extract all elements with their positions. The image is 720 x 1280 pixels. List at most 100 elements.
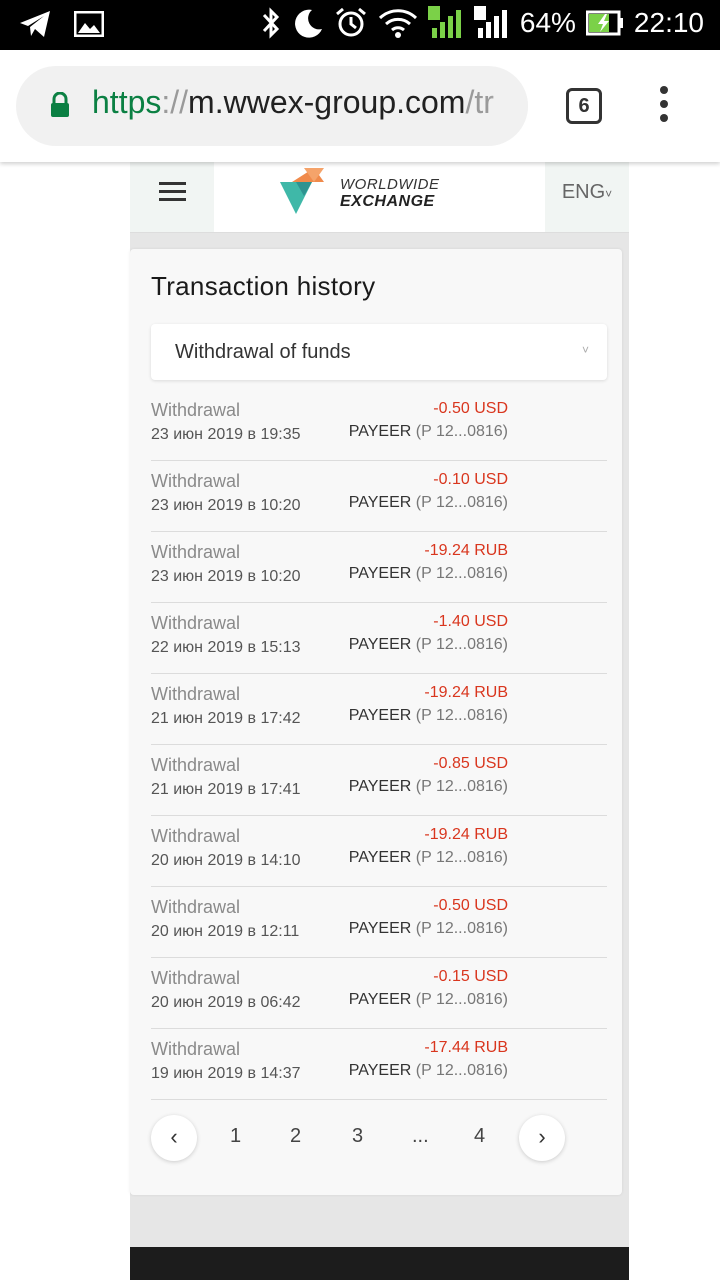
- transaction-type: Withdrawal: [151, 826, 241, 846]
- image-icon: [74, 11, 104, 37]
- transaction-date: 20 июн 2019 в 14:10: [151, 852, 301, 869]
- transaction-row: Withdrawal 20 июн 2019 в 14:10 -19.24 RUB P…: [151, 816, 607, 887]
- page-2[interactable]: 2: [290, 1125, 301, 1148]
- page-1[interactable]: 1: [230, 1125, 241, 1148]
- page-3[interactable]: 3: [352, 1125, 363, 1148]
- transaction-type: Withdrawal: [151, 968, 241, 988]
- transaction-type: Withdrawal: [151, 400, 241, 420]
- transaction-date: 21 июн 2019 в 17:41: [151, 781, 301, 798]
- url-text: https://m.wwex-group.com/tr: [92, 84, 494, 120]
- payment-system: PAYEER: [348, 1062, 412, 1079]
- account-number: (P 12...0816): [415, 778, 508, 795]
- payment-system: PAYEER: [348, 494, 412, 511]
- wifi-icon: [378, 9, 417, 38]
- transaction-date: 19 июн 2019 в 14:37: [151, 1065, 301, 1082]
- browser-menu-button[interactable]: [650, 86, 678, 130]
- pagination: ‹ 1 2 3 ... 4 ›: [151, 1115, 607, 1163]
- transaction-amount: -0.10 USD: [433, 471, 508, 488]
- transaction-amount: -0.85 USD: [433, 755, 508, 772]
- account-number: (P 12...0816): [415, 849, 508, 866]
- page-title: Transaction history: [151, 271, 376, 301]
- transaction-type: Withdrawal: [151, 684, 241, 704]
- transaction-row: Withdrawal 20 июн 2019 в 12:11 -0.50 USD PA…: [151, 887, 607, 958]
- tab-switcher-button[interactable]: 6: [566, 88, 602, 124]
- payment-system: PAYEER: [348, 778, 412, 795]
- browser-toolbar: https://m.wwex-group.com/tr 6: [0, 50, 720, 162]
- alarm-icon: [335, 7, 366, 37]
- chevron-down-icon: ˅: [605, 187, 613, 201]
- transaction-method: PAYEER (P 12...0816): [349, 707, 508, 725]
- account-number: (P 12...0816): [415, 991, 508, 1008]
- transaction-type: Withdrawal: [151, 613, 241, 633]
- transaction-date: 22 июн 2019 в 15:13: [151, 639, 301, 656]
- select-value: Withdrawal of funds: [175, 341, 351, 363]
- transaction-date: 20 июн 2019 в 12:11: [151, 923, 300, 940]
- site-header: WORLDWIDE EXCHANGE ENG˅: [130, 162, 629, 233]
- transaction-date: 23 июн 2019 в 19:35: [151, 426, 301, 443]
- transaction-amount: -1.40 USD: [433, 613, 508, 630]
- lock-icon: [51, 92, 69, 117]
- transaction-date: 23 июн 2019 в 10:20: [151, 568, 301, 585]
- language-selector[interactable]: ENG˅: [545, 162, 629, 232]
- transaction-method: PAYEER (P 12...0816): [349, 1062, 508, 1080]
- transaction-type: Withdrawal: [151, 542, 241, 562]
- address-bar[interactable]: https://m.wwex-group.com/tr: [16, 66, 528, 146]
- transaction-type: Withdrawal: [151, 755, 241, 775]
- transaction-row: Withdrawal 23 июн 2019 в 10:20 -19.24 RUB P…: [151, 532, 607, 603]
- transaction-method: PAYEER (P 12...0816): [349, 778, 508, 796]
- logo-icon: [280, 168, 324, 214]
- sim1-signal-icon: [427, 6, 461, 38]
- chevron-down-icon: ˅: [581, 343, 589, 357]
- account-number: (P 12...0816): [415, 707, 508, 724]
- page-4[interactable]: 4: [474, 1125, 485, 1148]
- transaction-amount: -0.50 USD: [433, 400, 508, 417]
- account-number: (P 12...0816): [415, 920, 508, 937]
- chevron-right-icon: ›: [538, 1124, 546, 1149]
- transaction-method: PAYEER (P 12...0816): [349, 849, 508, 867]
- transaction-method: PAYEER (P 12...0816): [349, 494, 508, 512]
- transaction-row: Withdrawal 21 июн 2019 в 17:42 -19.24 RUB P…: [151, 674, 607, 745]
- do-not-disturb-moon-icon: [294, 9, 322, 38]
- battery-percent: 64%: [519, 7, 576, 38]
- transaction-amount: -19.24 RUB: [424, 542, 508, 559]
- account-number: (P 12...0816): [415, 1062, 508, 1079]
- transaction-method: PAYEER (P 12...0816): [349, 423, 508, 441]
- next-page-button[interactable]: ›: [519, 1115, 565, 1161]
- payment-system: PAYEER: [348, 565, 412, 582]
- transaction-type: Withdrawal: [151, 471, 241, 491]
- page-ellipsis: ...: [412, 1125, 429, 1147]
- account-number: (P 12...0816): [415, 636, 508, 653]
- battery-charging-icon: [585, 10, 623, 36]
- payment-system: PAYEER: [348, 423, 412, 440]
- payment-system: PAYEER: [348, 707, 412, 724]
- transaction-amount: -19.24 RUB: [424, 826, 508, 843]
- transaction-amount: -0.15 USD: [433, 968, 508, 985]
- transaction-list: Withdrawal 23 июн 2019 в 19:35 -0.50 USD PA…: [151, 390, 607, 1100]
- account-number: (P 12...0816): [415, 565, 508, 582]
- payment-system: PAYEER: [348, 920, 412, 937]
- account-number: (P 12...0816): [415, 494, 508, 511]
- transaction-date: 23 июн 2019 в 10:20: [151, 497, 301, 514]
- transaction-method: PAYEER (P 12...0816): [349, 636, 508, 654]
- transaction-row: Withdrawal 22 июн 2019 в 15:13 -1.40 USD PA…: [151, 603, 607, 674]
- transaction-method: PAYEER (P 12...0816): [349, 565, 508, 583]
- transaction-history-card: Transaction history Withdrawal of funds …: [130, 249, 622, 1195]
- account-number: (P 12...0816): [415, 423, 508, 440]
- transaction-type-select[interactable]: Withdrawal of funds ˅: [151, 324, 607, 380]
- prev-page-button[interactable]: ‹: [151, 1115, 197, 1161]
- telegram-icon: [20, 11, 50, 37]
- footer: [130, 1247, 629, 1280]
- hamburger-menu-button[interactable]: [130, 162, 214, 232]
- transaction-amount: -0.50 USD: [433, 897, 508, 914]
- clock: 22:10: [633, 7, 704, 38]
- transaction-type: Withdrawal: [151, 1039, 241, 1059]
- logo-text: WORLDWIDE EXCHANGE: [340, 176, 440, 210]
- transaction-row: Withdrawal 23 июн 2019 в 19:35 -0.50 USD PA…: [151, 390, 607, 461]
- transaction-date: 20 июн 2019 в 06:42: [151, 994, 301, 1011]
- sim2-signal-icon: [473, 6, 507, 38]
- payment-system: PAYEER: [348, 849, 412, 866]
- transaction-amount: -17.44 RUB: [424, 1039, 508, 1056]
- transaction-row: Withdrawal 23 июн 2019 в 10:20 -0.10 USD PA…: [151, 461, 607, 532]
- transaction-date: 21 июн 2019 в 17:42: [151, 710, 301, 727]
- payment-system: PAYEER: [348, 991, 412, 1008]
